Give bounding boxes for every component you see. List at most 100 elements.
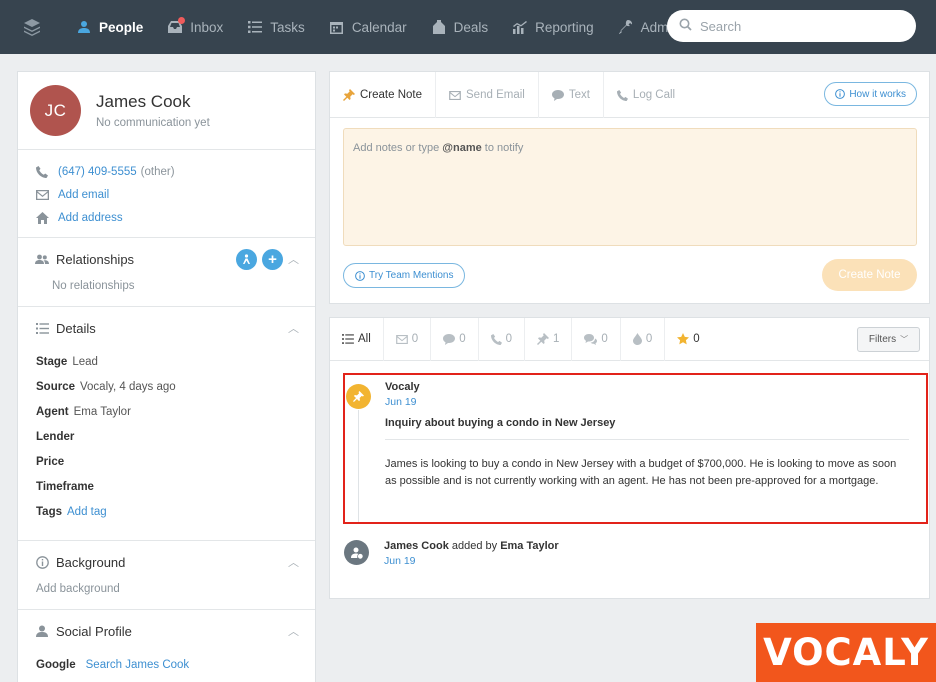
- reporting-icon: [512, 19, 528, 35]
- tab-text[interactable]: Text: [539, 72, 604, 118]
- background-section: Background ︿ Add background: [18, 541, 315, 610]
- filter-all[interactable]: All: [330, 317, 384, 361]
- filter-text[interactable]: 0: [431, 317, 479, 361]
- search-icon: [679, 18, 692, 34]
- profile-header: JC James Cook No communication yet: [18, 72, 315, 150]
- filter-calls[interactable]: 0: [479, 317, 525, 361]
- add-background-field[interactable]: Add background: [34, 583, 299, 609]
- note-composer: Create Note Send Email Text Log Call How…: [329, 71, 930, 304]
- social-profile-section: Social Profile ︿ Google Search James Cook: [18, 610, 315, 677]
- added-person-link[interactable]: James Cook: [384, 540, 449, 552]
- activity-timeline: All 0 0 0 1 0 0 0 Filters ﹀ Vocaly Jun 1…: [329, 317, 930, 599]
- deals-icon: [431, 19, 447, 35]
- phone-type: (other): [140, 165, 175, 178]
- detail-price[interactable]: Price: [36, 449, 299, 474]
- tab-create-note[interactable]: Create Note: [330, 72, 437, 118]
- vocaly-watermark: VOCALY: [756, 623, 936, 682]
- info-icon: [355, 270, 365, 281]
- chat-icon: [551, 89, 564, 101]
- email-row: Add email: [34, 183, 299, 206]
- nav-calendar[interactable]: Calendar: [317, 0, 419, 54]
- detail-agent[interactable]: Agent Ema Taylor: [36, 399, 299, 424]
- detail-stage[interactable]: Stage Lead: [36, 349, 299, 374]
- phone-link[interactable]: (647) 409-5555: [58, 166, 137, 178]
- chevron-up-icon[interactable]: ︿: [288, 251, 299, 267]
- nav-label: Calendar: [351, 19, 407, 35]
- list-icon: [342, 334, 354, 344]
- timeline-note-entry[interactable]: Vocaly Jun 19 Inquiry about buying a con…: [343, 373, 928, 524]
- chevron-down-icon: ﹀: [900, 335, 909, 344]
- nav-label: Reporting: [535, 19, 594, 35]
- email-icon: [449, 90, 461, 100]
- composer-tabs: Create Note Send Email Text Log Call How…: [330, 72, 929, 118]
- social-profile-header[interactable]: Social Profile ︿: [34, 610, 299, 652]
- added-date: Jun 19: [384, 555, 416, 567]
- detail-lender[interactable]: Lender: [36, 424, 299, 449]
- create-note-button[interactable]: Create Note: [822, 259, 917, 291]
- timeline-filters: All 0 0 0 1 0 0 0 Filters ﹀: [330, 317, 929, 361]
- filters-dropdown-button[interactable]: Filters ﹀: [857, 327, 920, 352]
- nav-reporting[interactable]: Reporting: [500, 0, 606, 54]
- calendar-icon: [329, 19, 345, 35]
- info-icon: [34, 555, 50, 569]
- search-google-link[interactable]: Search James Cook: [86, 659, 190, 671]
- search-box[interactable]: [667, 10, 916, 42]
- added-by-agent-link[interactable]: Ema Taylor: [500, 540, 559, 552]
- entry-divider: [385, 439, 909, 440]
- chat-icon: [443, 333, 456, 345]
- wrench-icon: [618, 19, 634, 35]
- filter-conversations[interactable]: 0: [572, 317, 621, 361]
- social-profile-title: Social Profile: [56, 623, 132, 639]
- unread-dot: [178, 17, 186, 24]
- chevron-up-icon[interactable]: ︿: [288, 623, 299, 639]
- chevron-up-icon[interactable]: ︿: [288, 320, 299, 336]
- add-tag-link[interactable]: Add tag: [67, 506, 107, 518]
- add-person-icon: [344, 540, 369, 565]
- detail-timeframe[interactable]: Timeframe: [36, 474, 299, 499]
- pin-icon: [537, 333, 549, 345]
- details-list: Stage Lead Source Vocaly, 4 days ago Agent…: [34, 349, 299, 540]
- phone-row: (647) 409-5555 (other): [34, 160, 299, 183]
- nav-inbox[interactable]: Inbox: [155, 0, 235, 54]
- how-it-works-button[interactable]: How it works: [824, 82, 917, 106]
- tab-send-email[interactable]: Send Email: [436, 72, 539, 118]
- tab-log-call[interactable]: Log Call: [604, 72, 688, 118]
- communication-status: No communication yet: [96, 117, 210, 129]
- search-input[interactable]: [700, 18, 900, 34]
- star-icon: [677, 333, 690, 345]
- detail-source[interactable]: Source Vocaly, 4 days ago: [36, 374, 299, 399]
- background-title: Background: [56, 554, 126, 570]
- nav-people[interactable]: People: [64, 0, 155, 54]
- nav-deals[interactable]: Deals: [419, 0, 501, 54]
- filter-email[interactable]: 0: [384, 317, 432, 361]
- try-team-mentions-button[interactable]: Try Team Mentions: [343, 263, 466, 288]
- details-header[interactable]: Details ︿: [34, 307, 299, 349]
- filter-starred[interactable]: 0: [665, 318, 711, 361]
- nav-label: Deals: [453, 19, 489, 35]
- drop-icon: [632, 333, 642, 345]
- pin-icon: [346, 384, 371, 409]
- chevron-up-icon[interactable]: ︿: [288, 554, 299, 570]
- background-header[interactable]: Background ︿: [34, 541, 299, 583]
- filter-drops[interactable]: 0: [621, 317, 666, 361]
- person-icon: [34, 625, 50, 637]
- added-by-text: James Cook added by Ema Taylor: [384, 540, 559, 552]
- entry-date[interactable]: Jun 19: [385, 396, 417, 408]
- relationships-empty: No relationships: [52, 280, 135, 292]
- app-logo-icon[interactable]: [0, 0, 64, 54]
- nav-tasks[interactable]: Tasks: [235, 0, 317, 54]
- add-address-link[interactable]: Add address: [58, 212, 123, 224]
- filter-notes[interactable]: 1: [525, 317, 573, 361]
- nav-label: Inbox: [190, 19, 224, 35]
- top-nav: People Inbox Tasks Calendar Deals Report…: [0, 0, 936, 54]
- link-relationship-button[interactable]: [236, 248, 257, 270]
- detail-tags: Tags Add tag: [36, 505, 107, 518]
- people-icon: [34, 254, 50, 265]
- avatar[interactable]: JC: [30, 85, 81, 136]
- add-relationship-button[interactable]: +: [262, 248, 283, 270]
- relationships-header[interactable]: Relationships + ︿: [34, 238, 299, 280]
- nav-label: People: [99, 19, 144, 35]
- add-email-link[interactable]: Add email: [58, 189, 109, 201]
- relationships-title: Relationships: [56, 251, 135, 267]
- note-textarea[interactable]: Add notes or type @name to notify: [343, 128, 917, 246]
